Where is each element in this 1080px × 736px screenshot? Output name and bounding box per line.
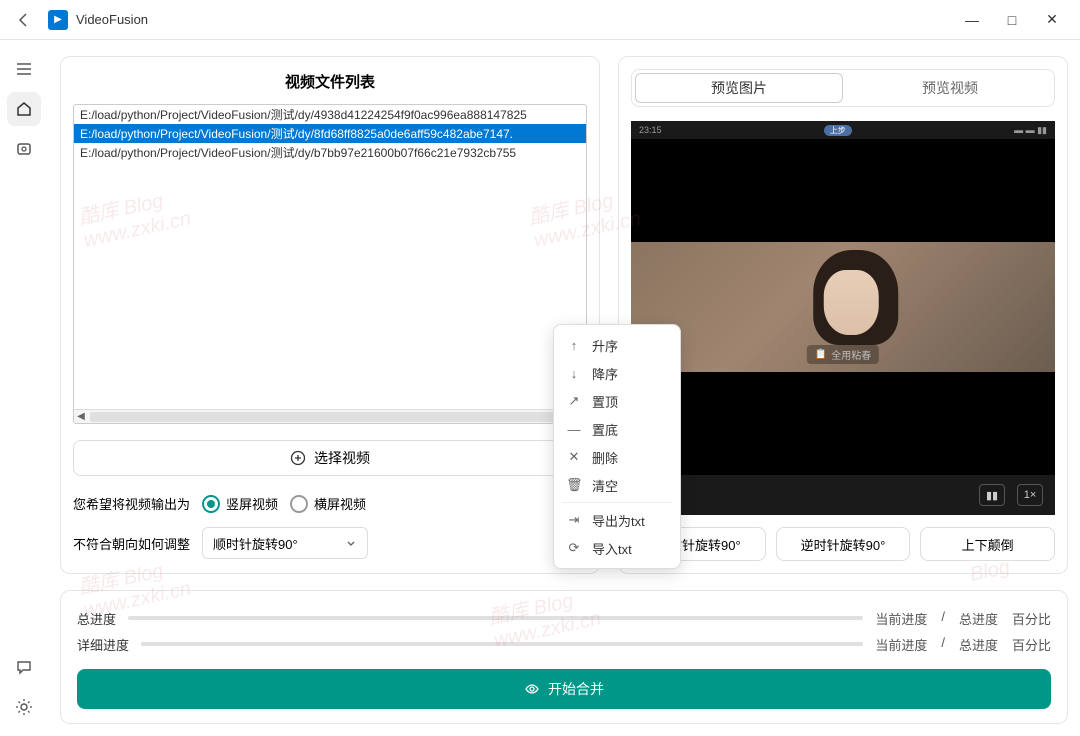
horizontal-scrollbar[interactable]: ◀▶ [74,409,586,423]
sidebar-catalog-icon[interactable] [7,132,41,166]
preview-badge: 上步 [824,125,852,136]
preview-panel: 预览图片 预览视频 23:15 上步 ▬ ▬ ▮▮ 📋 全用粘春 [618,56,1068,574]
preview-time: 23:15 [639,125,662,135]
file-row[interactable]: E:/load/python/Project/VideoFusion/测试/dy… [74,143,586,162]
import-icon: ⟳ [566,540,582,556]
app-title: VideoFusion [76,12,148,27]
detail-progress-bar [141,642,863,646]
adjust-value: 顺时针旋转90° [213,534,298,553]
radio-vertical[interactable]: 竖屏视频 [202,494,278,513]
radio-dot-icon [202,495,220,513]
select-video-label: 选择视频 [314,448,370,468]
ctx-move-top[interactable]: ↗置顶 [554,387,680,415]
sidebar-chat-icon[interactable] [7,650,41,684]
select-video-button[interactable]: 选择视频 [73,440,587,476]
ctx-clear[interactable]: 🗑清空 [554,471,680,499]
minus-icon: — [566,422,582,437]
preview-speed-button[interactable]: 1× [1017,484,1043,506]
x-icon: ✕ [566,449,582,465]
tab-preview-video[interactable]: 预览视频 [846,70,1054,106]
file-list-title: 视频文件列表 [73,71,587,92]
arrow-up-icon: ↑ [566,338,582,353]
preview-area: 23:15 上步 ▬ ▬ ▮▮ 📋 全用粘春 ✕ [631,121,1055,515]
trend-up-icon: ↗ [566,393,582,409]
eye-icon [524,681,540,697]
minimize-button[interactable]: — [952,0,992,40]
context-menu: ↑升序 ↓降序 ↗置顶 —置底 ✕删除 🗑清空 ⇥导出为txt ⟳导入txt [553,324,681,569]
ctx-sort-desc[interactable]: ↓降序 [554,359,680,387]
total-progress-label: 总进度 [77,609,116,628]
maximize-button[interactable]: □ [992,0,1032,40]
sidebar [0,40,48,736]
detail-progress-label: 详细进度 [77,635,129,654]
ctx-sort-asc[interactable]: ↑升序 [554,331,680,359]
sidebar-settings-icon[interactable] [7,690,41,724]
file-list[interactable]: E:/load/python/Project/VideoFusion/测试/dy… [73,104,587,424]
preview-frame: 📋 全用粘春 [631,242,1055,372]
ctx-export-txt[interactable]: ⇥导出为txt [554,506,680,534]
arrow-down-icon: ↓ [566,366,582,381]
radio-horizontal[interactable]: 横屏视频 [290,494,366,513]
ctx-delete[interactable]: ✕删除 [554,443,680,471]
sidebar-home-icon[interactable] [7,92,41,126]
radio-dot-icon [290,495,308,513]
start-merge-label: 开始合并 [548,679,604,699]
file-row[interactable]: E:/load/python/Project/VideoFusion/测试/dy… [74,124,586,143]
radio-horizontal-label: 横屏视频 [314,494,366,513]
clipboard-icon: 📋 [815,349,827,360]
adjust-label: 不符合朝向如何调整 [73,534,190,553]
preview-controls: ✕ ▮▮ 1× [631,475,1055,515]
ctx-move-bottom[interactable]: —置底 [554,415,680,443]
ctx-import-txt[interactable]: ⟳导入txt [554,534,680,562]
output-orientation-label: 您希望将视频输出为 [73,494,190,513]
preview-pause-button[interactable]: ▮▮ [979,484,1005,506]
file-list-panel: 视频文件列表 E:/load/python/Project/VideoFusio… [60,56,600,574]
file-row[interactable]: E:/load/python/Project/VideoFusion/测试/dy… [74,105,586,124]
radio-vertical-label: 竖屏视频 [226,494,278,513]
trash-icon: 🗑 [566,477,582,493]
preview-status-bar: 23:15 上步 ▬ ▬ ▮▮ [631,121,1055,139]
titlebar: ▶ VideoFusion — □ ✕ [0,0,1080,40]
adjust-dropdown[interactable]: 顺时针旋转90° [202,527,368,559]
chevron-down-icon [345,537,357,549]
preview-status-right: ▬ ▬ ▮▮ [1014,125,1047,136]
export-icon: ⇥ [566,512,582,528]
preview-caption: 📋 全用粘春 [807,345,879,364]
flip-button[interactable]: 上下颠倒 [920,527,1055,561]
start-merge-button[interactable]: 开始合并 [77,669,1051,709]
preview-tabs: 预览图片 预览视频 [631,69,1055,107]
close-button[interactable]: ✕ [1032,0,1072,40]
back-button[interactable] [8,12,40,28]
rotate-ccw-button[interactable]: 逆时针旋转90° [776,527,911,561]
total-progress-bar [128,616,863,620]
app-logo-icon: ▶ [48,10,68,30]
plus-circle-icon [290,450,306,466]
progress-panel: 总进度 当前进度 / 总进度 百分比 详细进度 当前进度 / 总进度 百分比 [60,590,1068,724]
tab-preview-image[interactable]: 预览图片 [635,73,843,103]
sidebar-menu-icon[interactable] [7,52,41,86]
